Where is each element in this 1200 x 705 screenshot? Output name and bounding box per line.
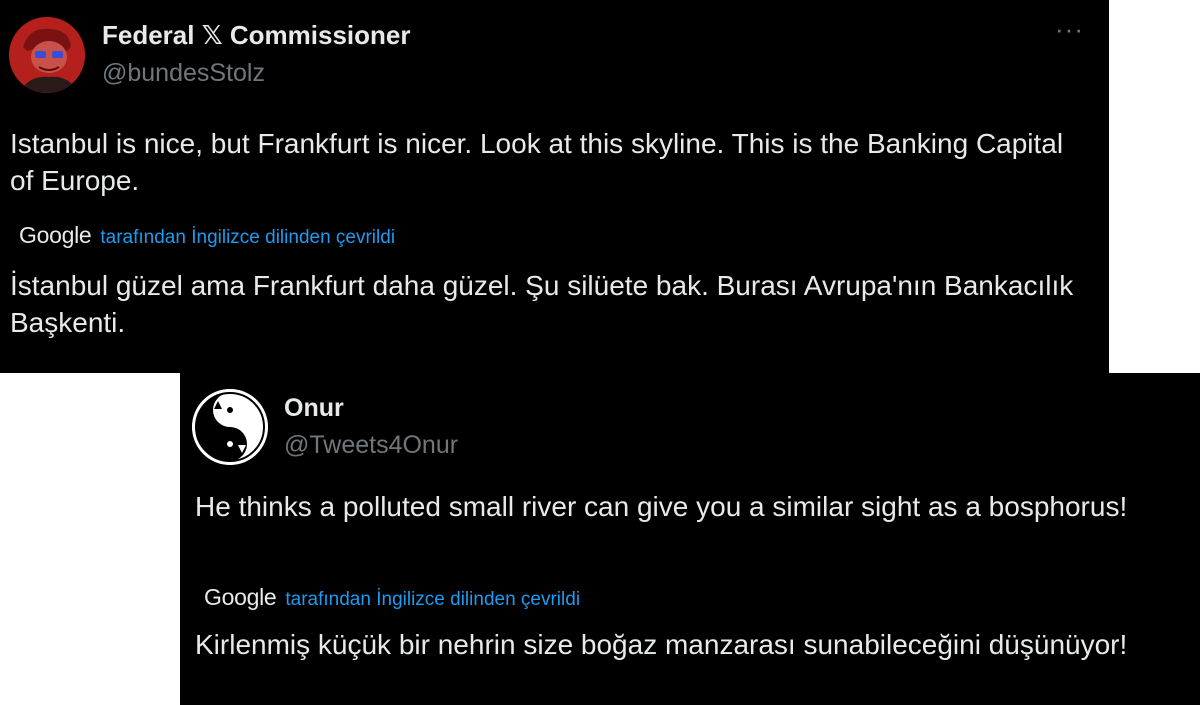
tweet-text: Istanbul is nice, but Frankfurt is nicer… bbox=[10, 128, 1064, 196]
author-name[interactable]: Onur bbox=[284, 394, 344, 423]
translation-attribution: Google tarafından İngilizce dilinden çev… bbox=[204, 584, 580, 611]
translated-text: Kirlenmiş küçük bir nehrin size boğaz ma… bbox=[195, 629, 1128, 660]
author-handle[interactable]: @bundesStolz bbox=[102, 59, 265, 88]
translation-attribution: Google tarafından İngilizce dilinden çev… bbox=[19, 222, 395, 249]
more-options-icon[interactable]: ··· bbox=[1055, 16, 1084, 42]
translation-note-link[interactable]: tarafından İngilizce dilinden çevrildi bbox=[100, 227, 395, 249]
author-name[interactable]: Federal 𝕏 Commissioner bbox=[102, 20, 410, 51]
google-logo: Google bbox=[19, 222, 92, 248]
translated-text: İstanbul güzel ama Frankfurt daha güzel.… bbox=[10, 270, 1074, 338]
avatar[interactable] bbox=[192, 389, 268, 465]
google-logo: Google bbox=[204, 584, 277, 610]
avatar[interactable] bbox=[9, 17, 85, 93]
tweet-text: He thinks a polluted small river can giv… bbox=[195, 491, 1128, 522]
cartoon-avatar-icon bbox=[9, 17, 85, 93]
author-handle[interactable]: @Tweets4Onur bbox=[284, 431, 458, 460]
tweet-card-1[interactable]: Federal 𝕏 Commissioner @bundesStolz ··· … bbox=[0, 0, 1109, 373]
yin-yang-cats-icon bbox=[192, 389, 268, 465]
translation-note-link[interactable]: tarafından İngilizce dilinden çevrildi bbox=[285, 589, 580, 611]
tweet-card-2[interactable]: Onur @Tweets4Onur He thinks a polluted s… bbox=[180, 373, 1200, 705]
